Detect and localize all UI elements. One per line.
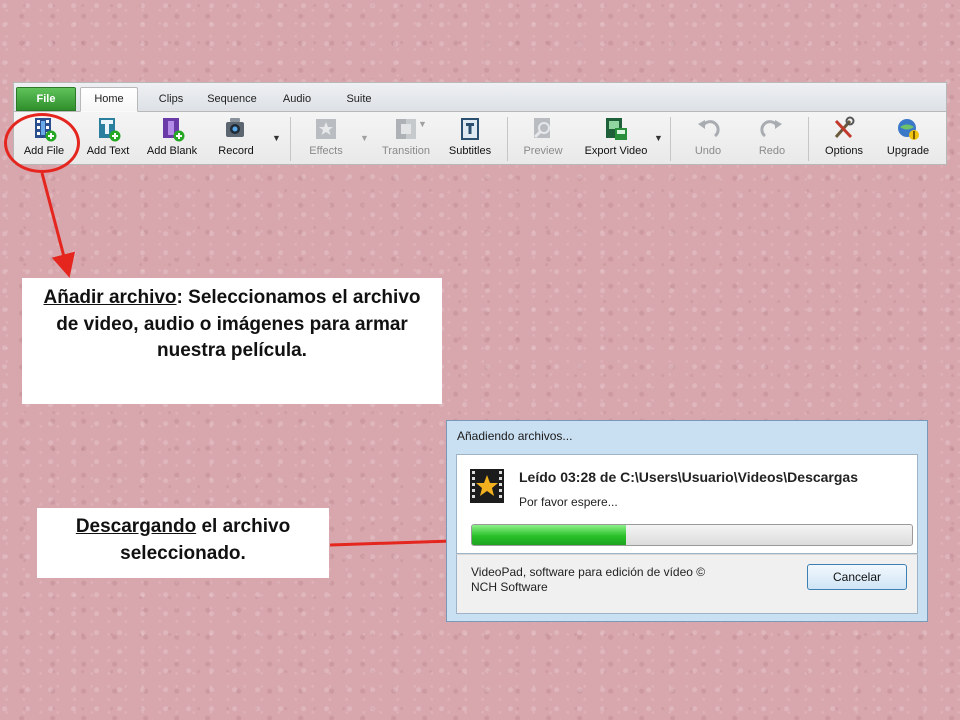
videopad-star-icon [470, 469, 504, 503]
adding-files-dialog: Añadiendo archivos... Leído 03:28 de C:\… [446, 420, 928, 622]
dialog-footer: VideoPad, software para edición de vídeo… [456, 554, 918, 614]
progress-bar-fill [472, 525, 626, 545]
dialog-status-text: Leído 03:28 de C:\Users\Usuario\Videos\D… [519, 469, 858, 485]
download-callout: Descargando el archivo seleccionado. [37, 508, 329, 578]
add-file-callout: Añadir archivo: Seleccionamos el archivo… [22, 278, 442, 404]
cancel-button[interactable]: Cancelar [807, 564, 907, 590]
arrow-to-callout [40, 172, 76, 278]
copyright-text: VideoPad, software para edición de vídeo… [471, 565, 706, 594]
dialog-title: Añadiendo archivos... [457, 429, 573, 443]
dialog-wait-text: Por favor espere... [519, 495, 618, 509]
callout-term: Descargando [75, 516, 197, 537]
progress-bar [471, 524, 913, 546]
callout-term: Añadir archivo [43, 287, 177, 308]
dialog-body: Leído 03:28 de C:\Users\Usuario\Videos\D… [456, 454, 918, 554]
